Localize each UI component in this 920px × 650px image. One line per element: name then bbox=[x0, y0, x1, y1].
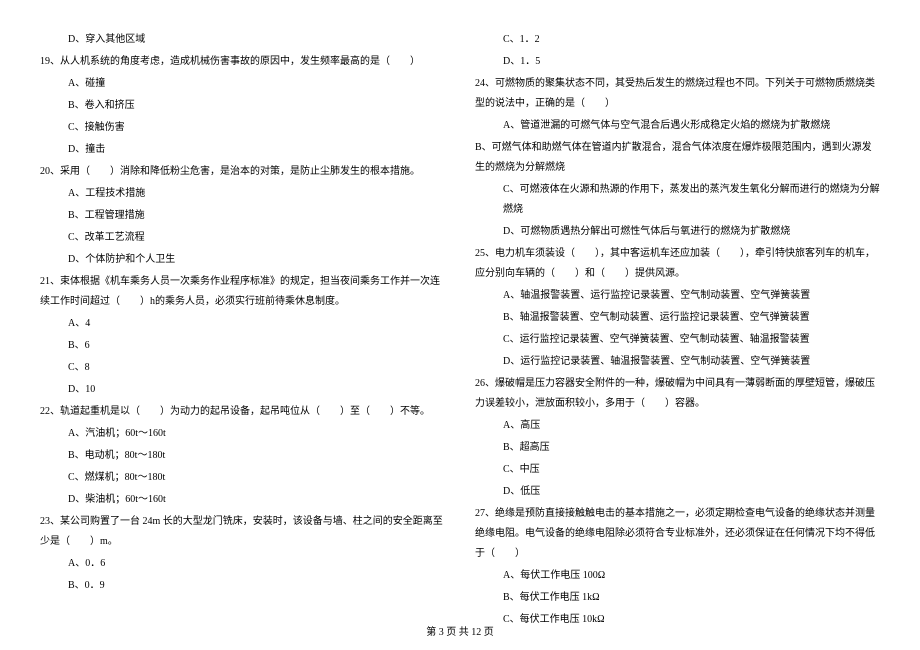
q25-option-b: B、轴温报警装置、空气制动装置、运行监控记录装置、空气弹簧装置 bbox=[475, 308, 880, 328]
q25-option-c: C、运行监控记录装置、空气弹簧装置、空气制动装置、轴温报警装置 bbox=[475, 330, 880, 350]
q22-option-c: C、燃煤机；80t～180t bbox=[40, 468, 445, 488]
q20-option-c: C、改革工艺流程 bbox=[40, 228, 445, 248]
q23-option-a: A、0．6 bbox=[40, 554, 445, 574]
q24-option-c: C、可燃液体在火源和热源的作用下，蒸发出的蒸汽发生氧化分解而进行的燃烧为分解燃烧 bbox=[475, 180, 880, 220]
q19-option-c: C、接触伤害 bbox=[40, 118, 445, 138]
q19-option-d: D、撞击 bbox=[40, 140, 445, 160]
q20-option-d: D、个体防护和个人卫生 bbox=[40, 250, 445, 270]
q21-option-c: C、8 bbox=[40, 358, 445, 378]
q20-stem: 20、采用（ ）消除和降低粉尘危害，是治本的对策，是防止尘肺发生的根本措施。 bbox=[40, 162, 445, 182]
q22-option-b: B、电动机；80t～180t bbox=[40, 446, 445, 466]
q27-option-b: B、每伏工作电压 1kΩ bbox=[475, 588, 880, 608]
q25-option-d: D、运行监控记录装置、轴温报警装置、空气制动装置、空气弹簧装置 bbox=[475, 352, 880, 372]
q21-stem: 21、束体根据《机车乘务人员一次乘务作业程序标准》的规定，担当夜间乘务工作并一次… bbox=[40, 272, 445, 312]
q24-stem: 24、可燃物质的聚集状态不同，其受热后发生的燃烧过程也不同。下列关于可燃物质燃烧… bbox=[475, 74, 880, 114]
q22-option-d: D、柴油机；60t～160t bbox=[40, 490, 445, 510]
q26-option-a: A、高压 bbox=[475, 416, 880, 436]
q23-option-b: B、0．9 bbox=[40, 576, 445, 596]
q27-stem: 27、绝缘是预防直接接触触电击的基本措施之一，必须定期检查电气设备的绝缘状态并测… bbox=[475, 504, 880, 564]
q23-option-d: D、1．5 bbox=[475, 52, 880, 72]
q24-option-b: B、可燃气体和助燃气体在管道内扩散混合，混合气体浓度在爆炸极限范围内，遇到火源发… bbox=[475, 138, 880, 178]
right-column: C、1．2 D、1．5 24、可燃物质的聚集状态不同，其受热后发生的燃烧过程也不… bbox=[475, 30, 880, 620]
q21-option-b: B、6 bbox=[40, 336, 445, 356]
q21-option-d: D、10 bbox=[40, 380, 445, 400]
q26-stem: 26、爆破帽是压力容器安全附件的一种，爆破帽为中间具有一薄弱断面的厚壁短管，爆破… bbox=[475, 374, 880, 414]
q26-option-b: B、超高压 bbox=[475, 438, 880, 458]
q22-stem: 22、轨道起重机是以（ ）为动力的起吊设备，起吊吨位从（ ）至（ ）不等。 bbox=[40, 402, 445, 422]
q19-stem: 19、从人机系统的角度考虑，造成机械伤害事故的原因中，发生频率最高的是（ ） bbox=[40, 52, 445, 72]
q26-option-d: D、低压 bbox=[475, 482, 880, 502]
q18-option-d: D、穿入其他区域 bbox=[40, 30, 445, 50]
q22-option-a: A、汽油机；60t～160t bbox=[40, 424, 445, 444]
q19-option-b: B、卷入和挤压 bbox=[40, 96, 445, 116]
q19-option-a: A、碰撞 bbox=[40, 74, 445, 94]
q23-stem: 23、某公司购置了一台 24m 长的大型龙门铣床，安装时，该设备与墙、柱之间的安… bbox=[40, 512, 445, 552]
q24-option-d: D、可燃物质遇热分解出可燃性气体后与氧进行的燃烧为扩散燃烧 bbox=[475, 222, 880, 242]
q20-option-b: B、工程管理措施 bbox=[40, 206, 445, 226]
page-footer: 第 3 页 共 12 页 bbox=[0, 623, 920, 638]
content-columns: D、穿入其他区域 19、从人机系统的角度考虑，造成机械伤害事故的原因中，发生频率… bbox=[40, 30, 880, 620]
q25-option-a: A、轴温报警装置、运行监控记录装置、空气制动装置、空气弹簧装置 bbox=[475, 286, 880, 306]
q20-option-a: A、工程技术措施 bbox=[40, 184, 445, 204]
q21-option-a: A、4 bbox=[40, 314, 445, 334]
q26-option-c: C、中压 bbox=[475, 460, 880, 480]
left-column: D、穿入其他区域 19、从人机系统的角度考虑，造成机械伤害事故的原因中，发生频率… bbox=[40, 30, 445, 620]
q27-option-a: A、每伏工作电压 100Ω bbox=[475, 566, 880, 586]
q23-option-c: C、1．2 bbox=[475, 30, 880, 50]
q24-option-a: A、管道泄漏的可燃气体与空气混合后遇火形成稳定火焰的燃烧为扩散燃烧 bbox=[475, 116, 880, 136]
q25-stem: 25、电力机车须装设（ ），其中客运机车还应加装（ ），牵引特快旅客列车的机车，… bbox=[475, 244, 880, 284]
